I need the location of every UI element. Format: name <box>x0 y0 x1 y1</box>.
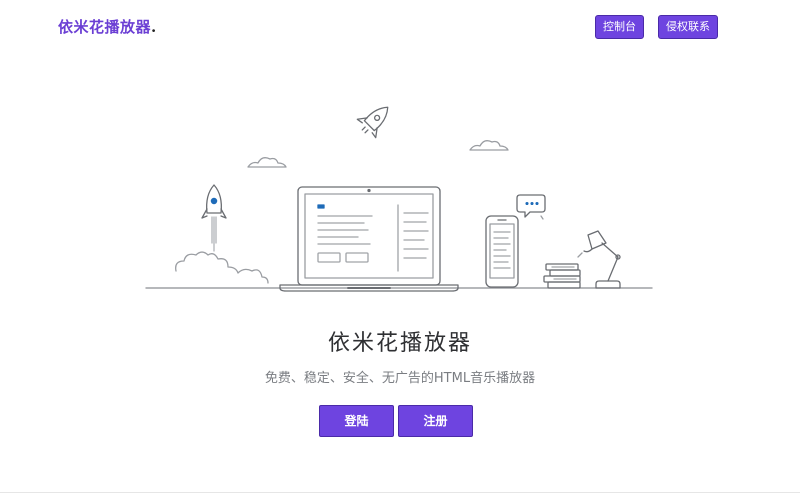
hero-actions: 登陆 注册 <box>319 405 473 437</box>
brand-logo[interactable]: 依米花播放器. <box>58 16 157 37</box>
cloud-icon <box>247 157 287 168</box>
workspace-illustration <box>145 106 653 292</box>
top-nav: 控制台 侵权联系 <box>595 15 718 39</box>
register-button[interactable]: 注册 <box>398 405 473 437</box>
hero-title: 依米花播放器 <box>327 331 472 356</box>
login-button[interactable]: 登陆 <box>319 405 394 437</box>
phone-icon <box>485 215 519 288</box>
hero-subtitle: 免费、稳定、安全、无广告的HTML音乐播放器 <box>264 371 536 386</box>
books-icon <box>543 263 581 289</box>
rocket-icon <box>356 106 389 139</box>
chat-bubble-icon <box>516 194 546 220</box>
landing-page: 依米花播放器. 控制台 侵权联系 依米花播放器 免费、稳定、安全、无广告的HTM… <box>0 0 800 498</box>
bottom-divider <box>0 492 800 493</box>
smoke-cloud <box>175 251 269 284</box>
desk-lamp-icon <box>577 230 621 289</box>
cloud-icon <box>469 140 509 151</box>
laptop-icon <box>279 186 459 292</box>
rocket-icon <box>201 184 227 252</box>
console-button[interactable]: 控制台 <box>595 15 644 39</box>
brand-name: 依米花播放器 <box>58 18 152 36</box>
copyright-contact-button[interactable]: 侵权联系 <box>658 15 718 39</box>
brand-dot: . <box>151 18 157 36</box>
